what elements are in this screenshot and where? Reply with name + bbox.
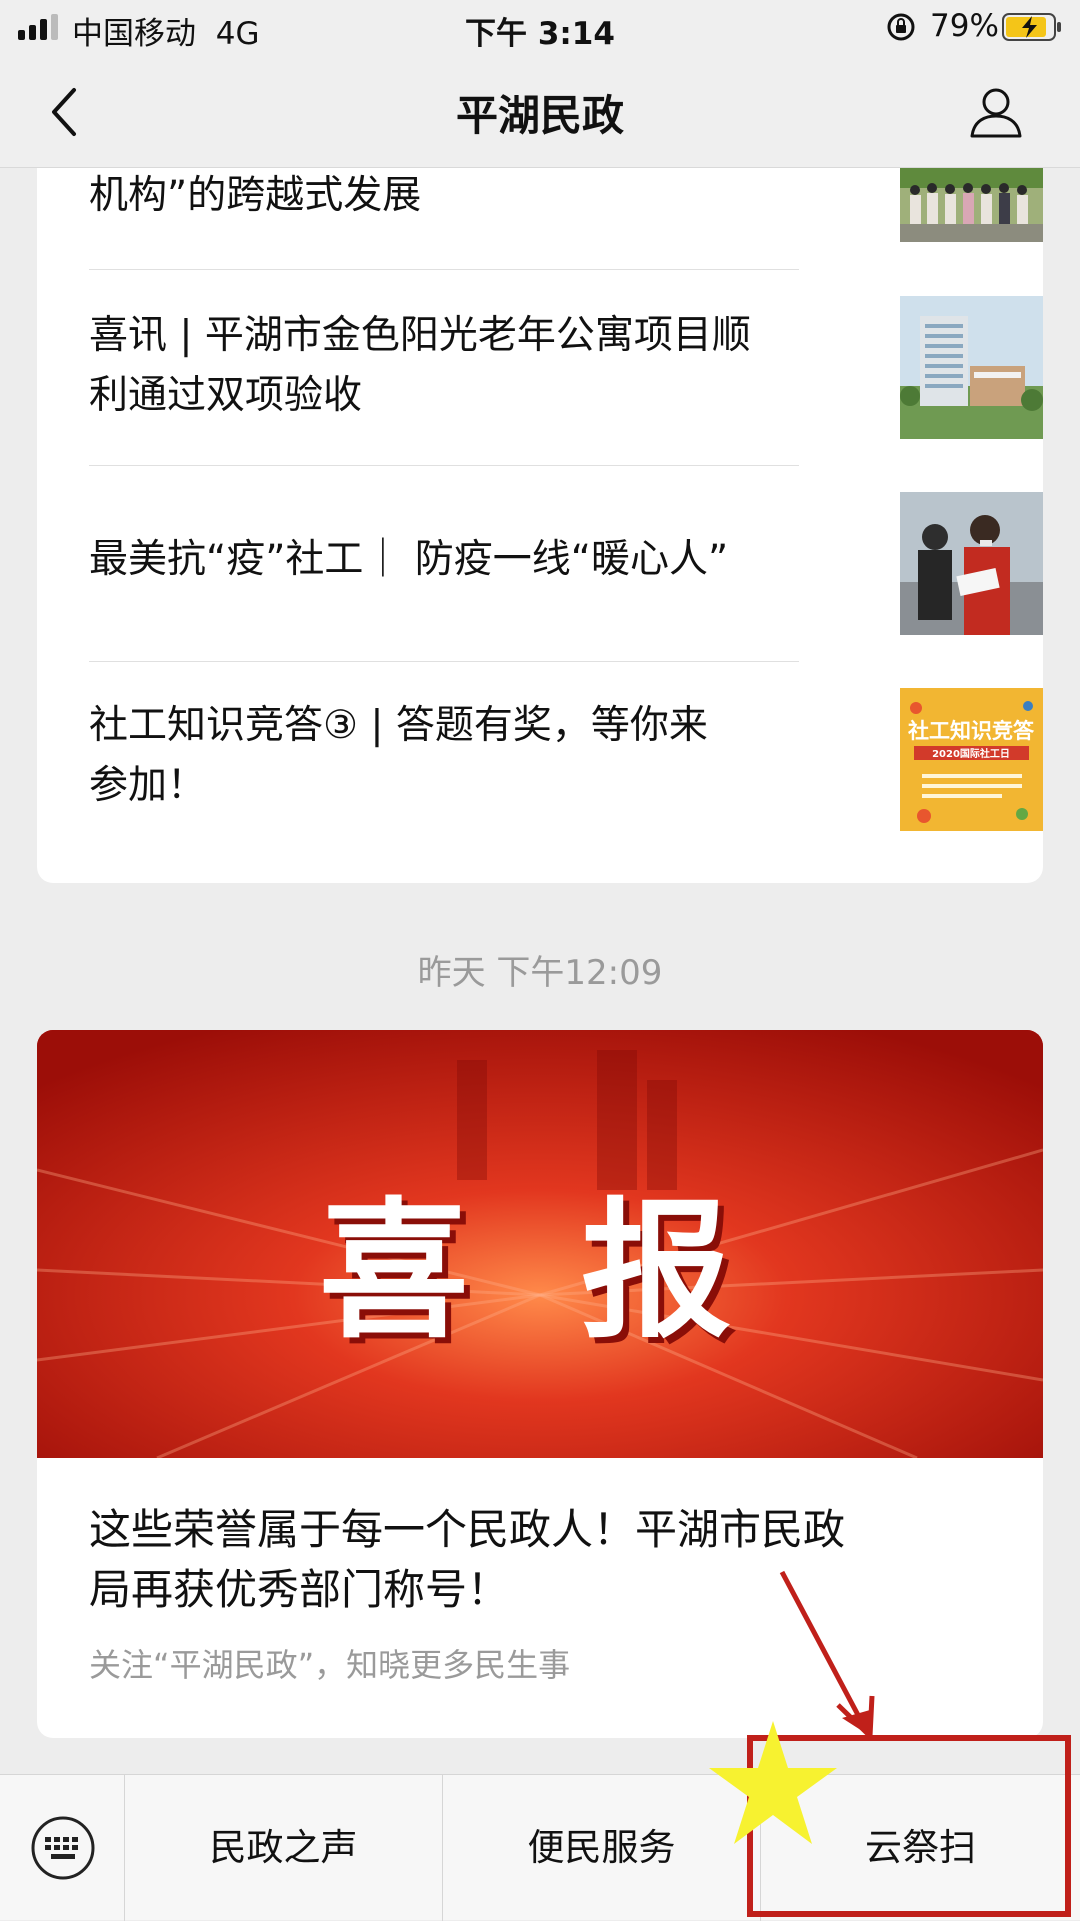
menu-tab-civil-voice[interactable]: 民政之声 bbox=[125, 1775, 443, 1921]
hero-title: 喜 报 bbox=[318, 1185, 762, 1359]
article-title: 最美抗“疫”社工｜ 防疫一线“暖心人” bbox=[89, 537, 729, 582]
hero-banner: 喜 报 bbox=[37, 1030, 1043, 1458]
article-list-card: 机构”的跨越式发展 喜讯 | 平湖市金色阳光老年公寓项目顺 利通过双项验收 最美… bbox=[37, 168, 1043, 883]
article-thumbnail: 社工知识竞答 2020国际社工日 bbox=[900, 688, 1043, 831]
bottom-menu-bar: 民政之声 便民服务 云祭扫 bbox=[0, 1774, 1080, 1921]
featured-subtitle: 关注“平湖民政”，知晓更多民生事 bbox=[89, 1646, 571, 1684]
article-thumbnail bbox=[900, 168, 1043, 242]
article-item[interactable]: 机构”的跨越式发展 bbox=[89, 168, 1043, 270]
battery-percent: 79% bbox=[930, 8, 999, 44]
battery-charging-icon bbox=[1002, 13, 1061, 41]
quiz-poster-title: 社工知识竞答 bbox=[907, 719, 1035, 743]
clock: 下午 3:14 bbox=[465, 16, 615, 52]
nav-bar: 平湖民政 bbox=[0, 54, 1080, 168]
page-title: 平湖民政 bbox=[455, 91, 624, 140]
profile-icon[interactable] bbox=[966, 82, 1026, 142]
menu-tab-convenience-services[interactable]: 便民服务 bbox=[443, 1775, 761, 1921]
article-item[interactable]: 喜讯 | 平湖市金色阳光老年公寓项目顺 利通过双项验收 bbox=[89, 270, 1043, 466]
featured-headline: 这些荣誉属于每一个民政人！平湖市民政 局再获优秀部门称号！ bbox=[89, 1505, 846, 1614]
featured-article-card[interactable]: 喜 报 这些荣誉属于每一个民政人！平湖市民政 局再获优秀部门称号！ 关注“平湖民… bbox=[37, 1030, 1043, 1738]
article-thumbnail bbox=[900, 492, 1043, 635]
keyboard-icon bbox=[31, 1816, 95, 1880]
rotation-lock-icon bbox=[887, 13, 915, 41]
status-bar: 中国移动 4G 下午 3:14 79% bbox=[0, 0, 1080, 54]
article-title: 社工知识竞答③ | 答题有奖，等你来 参加！ bbox=[89, 703, 708, 808]
menu-tab-cloud-tomb-sweeping[interactable]: 云祭扫 bbox=[761, 1775, 1080, 1921]
article-item[interactable]: 社工知识竞答③ | 答题有奖，等你来 参加！ 社工知识竞答 2020国际社工日 bbox=[89, 662, 1043, 858]
message-timestamp: 昨天 下午12:09 bbox=[417, 953, 663, 993]
article-thumbnail bbox=[900, 296, 1043, 439]
quiz-poster-subtitle: 2020国际社工日 bbox=[932, 747, 1010, 760]
keyboard-toggle-button[interactable] bbox=[0, 1775, 125, 1921]
article-title: 喜讯 | 平湖市金色阳光老年公寓项目顺 利通过双项验收 bbox=[89, 313, 751, 418]
article-item[interactable]: 最美抗“疫”社工｜ 防疫一线“暖心人” bbox=[89, 466, 1043, 662]
article-title: 机构”的跨越式发展 bbox=[89, 173, 422, 218]
